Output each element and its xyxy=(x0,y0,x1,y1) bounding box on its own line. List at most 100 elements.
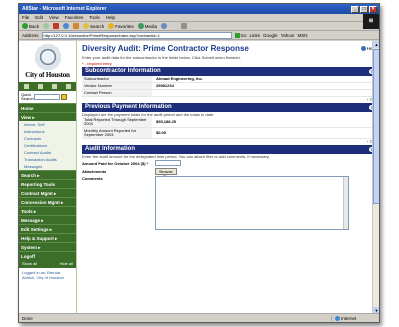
minimize-button[interactable]: _ xyxy=(351,5,359,13)
menu-help[interactable]: Help xyxy=(106,15,115,20)
toolbar: Back Search Favorites Media xyxy=(19,22,379,31)
email-icon[interactable] xyxy=(37,84,43,89)
attachments-label: Attachments xyxy=(82,168,107,174)
scroll-up-arrow-icon[interactable]: ▲ xyxy=(373,41,379,48)
menu-view[interactable]: View xyxy=(49,15,59,20)
print-button[interactable] xyxy=(181,23,188,29)
sidebar-item-view[interactable]: View ▸ xyxy=(19,112,76,121)
sidebar-item-certifications[interactable]: Certifications xyxy=(19,142,76,149)
hide-all-link[interactable]: Hide all xyxy=(60,261,73,267)
payment-section-title: Previous Payment Information xyxy=(85,104,172,110)
sidebar-item-edit-settings[interactable]: Edit Settings ▸ xyxy=(19,224,76,233)
link-google[interactable]: Google xyxy=(263,33,278,38)
monthly-amount-value: $0.00 xyxy=(156,130,167,135)
sidebar-item-concession-mgmt[interactable]: Concession Mgmt ▸ xyxy=(19,197,76,206)
sidebar-item-instructions[interactable]: Instructions xyxy=(19,128,76,135)
link-msn[interactable]: MSN xyxy=(298,33,308,38)
search-icon xyxy=(83,23,90,29)
history-icon xyxy=(161,23,168,29)
audit-section-title: Audit Information xyxy=(85,146,135,152)
media-button[interactable]: Media xyxy=(137,23,157,29)
menu-file[interactable]: File xyxy=(22,15,29,20)
bookmark-icon[interactable] xyxy=(52,84,58,89)
sidebar-item-transaction-audits[interactable]: Transaction Audits xyxy=(19,156,76,163)
favorites-button[interactable]: Favorites xyxy=(108,23,134,29)
sidebar-item-reporting-tools[interactable]: Reporting Tools xyxy=(19,179,76,188)
mail-button[interactable] xyxy=(171,23,178,29)
home-button[interactable] xyxy=(73,23,80,29)
required-note: * - required entry xyxy=(82,61,112,66)
sidebar-toolbar xyxy=(19,82,76,91)
info-row: Monthly Amount Reported for September 20… xyxy=(82,128,376,139)
monthly-amount-label: Monthly Amount Reported for September 20… xyxy=(82,128,152,138)
print-icon[interactable] xyxy=(23,84,29,89)
sidebar-item-contract-mgmt[interactable]: Contract Mgmt ▸ xyxy=(19,188,76,197)
window-title: AllStar - Microsoft Internet Explorer xyxy=(22,6,107,12)
comments-textarea[interactable] xyxy=(155,176,349,230)
payment-section-header: Previous Payment Information ? xyxy=(82,103,376,112)
amount-paid-input[interactable] xyxy=(155,160,181,166)
back-label: Back xyxy=(29,23,40,29)
sidebar-item-system[interactable]: System ▸ xyxy=(19,242,76,251)
sidebar-item-help-support[interactable]: Help & Support ▸ xyxy=(19,233,76,242)
sidebar-item-tools[interactable]: Tools ▸ xyxy=(19,206,76,215)
help-circle-icon xyxy=(360,45,366,51)
vendor-number-label: Vendor Number xyxy=(82,83,152,89)
sidebar-nav: Home View ▸ Inform. Self Instructions Contra… xyxy=(19,103,76,260)
back-button[interactable]: Back xyxy=(22,23,39,29)
sidebar-item-contracts[interactable]: Contracts xyxy=(19,135,76,142)
contact-person-label: Contact Person xyxy=(82,90,152,96)
menu-edit[interactable]: Edit xyxy=(35,15,43,20)
media-icon xyxy=(137,23,144,29)
quick-search-label: Quick Search xyxy=(21,92,34,101)
sidebar-item-messages[interactable]: Messages xyxy=(19,163,76,170)
sidebar-item-search[interactable]: Search ▸ xyxy=(19,170,76,179)
refresh-button[interactable] xyxy=(63,23,70,29)
maximize-button[interactable]: □ xyxy=(360,5,368,13)
stop-icon xyxy=(53,23,60,29)
show-all-link[interactable]: Show all xyxy=(22,261,37,267)
quick-search-go-button[interactable] xyxy=(61,94,67,100)
link-yahoo[interactable]: Yahoo! xyxy=(281,33,295,38)
forward-arrow-icon xyxy=(43,23,50,29)
go-button[interactable]: Go xyxy=(234,32,247,38)
links-label: Links xyxy=(249,32,261,38)
sidebar: City of Houston Quick Search Home View ▸ I… xyxy=(19,41,77,314)
sidebar-item-logoff[interactable]: Logoff xyxy=(19,251,76,260)
audit-section-header: Audit Information ? xyxy=(82,145,376,154)
textarea-scrollbar[interactable] xyxy=(343,177,348,229)
browse-file-button[interactable]: Browse File xyxy=(155,167,177,179)
quick-search-input[interactable] xyxy=(34,94,60,100)
info-row: Contact Person xyxy=(82,90,376,97)
city-seal-logo xyxy=(34,44,61,70)
back-arrow-icon xyxy=(22,23,28,29)
sidebar-item-message[interactable]: Message ▸ xyxy=(19,215,76,224)
menu-favorites[interactable]: Favorites xyxy=(65,15,84,20)
page-title: Diversity Audit: Prime Contractor Respon… xyxy=(82,43,249,53)
sidebar-item-contract-audits[interactable]: Contract Audits xyxy=(19,149,76,156)
stop-button[interactable] xyxy=(53,23,60,29)
search-button[interactable]: Search xyxy=(83,23,104,29)
page-content: City of Houston Quick Search Home View ▸ I… xyxy=(19,41,379,314)
scrollbar-thumb[interactable] xyxy=(373,49,379,204)
sidebar-item-home[interactable]: Home xyxy=(19,103,76,112)
menu-tools[interactable]: Tools xyxy=(89,15,100,20)
close-button[interactable]: × xyxy=(369,5,377,13)
page-header: Diversity Audit: Prime Contractor Respon… xyxy=(82,41,376,55)
total-reported-value: $95,188.25 xyxy=(156,119,177,124)
attachments-row: Attachments Browse File xyxy=(82,167,376,179)
address-input[interactable]: http://127.0.0.1/cbmonitor/PrimeResponse… xyxy=(41,31,232,39)
print-icon xyxy=(181,23,188,29)
go-arrow-icon xyxy=(234,32,240,38)
history-button[interactable] xyxy=(161,23,168,29)
search-label: Search xyxy=(90,23,105,29)
help-icon[interactable] xyxy=(66,84,72,89)
subcontractor-label: Subcontractor xyxy=(82,76,152,82)
globe-icon xyxy=(335,315,340,321)
status-bar: Done Internet xyxy=(19,313,379,322)
contact-person-value xyxy=(152,90,156,96)
forward-button[interactable] xyxy=(43,23,50,29)
comments-label: Comments xyxy=(82,176,103,181)
sidebar-item-inform-self[interactable]: Inform. Self xyxy=(19,121,76,128)
page-scrollbar[interactable]: ▲ ▼ xyxy=(372,41,379,314)
